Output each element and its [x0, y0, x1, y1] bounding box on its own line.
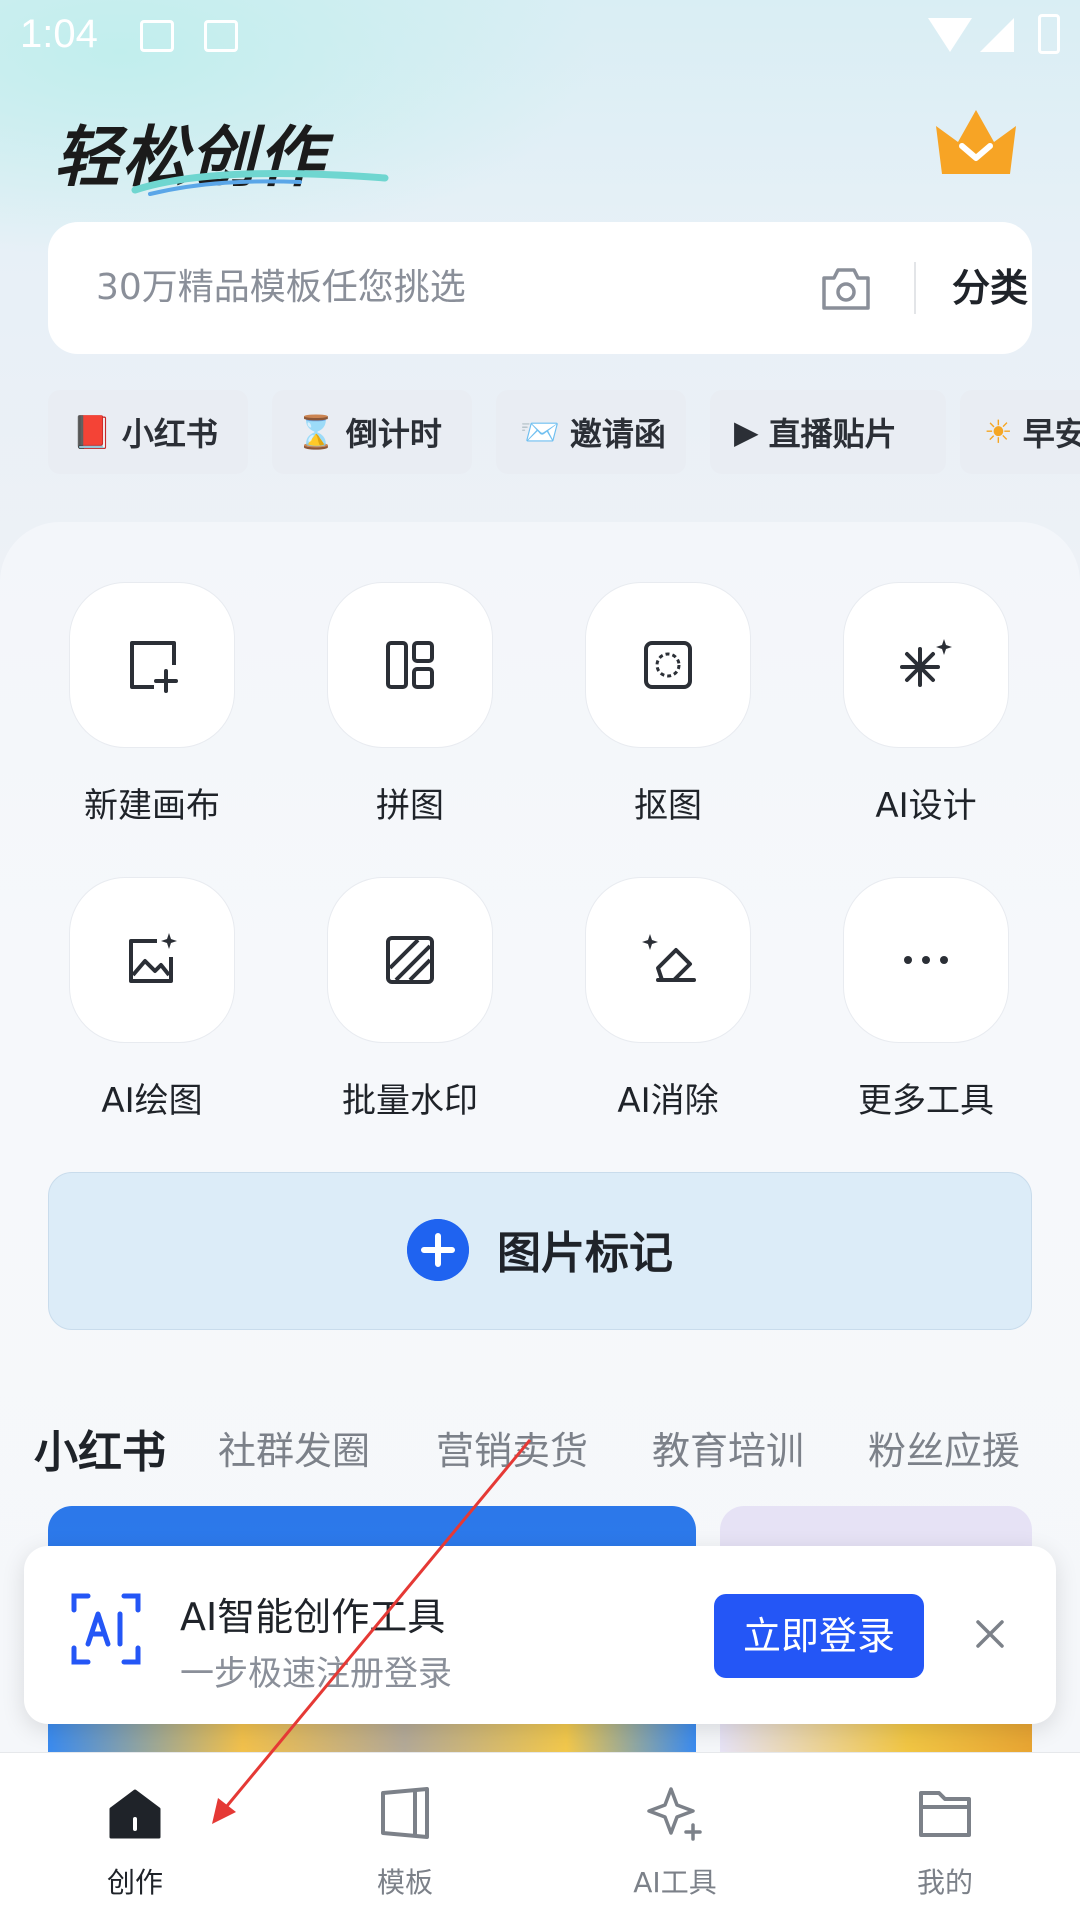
tool-button[interactable] [585, 877, 751, 1043]
ai-drawing-icon [129, 933, 177, 983]
tool-button[interactable] [327, 877, 493, 1043]
ai-sparkle-icon [647, 1787, 702, 1841]
tab-marketing[interactable]: 营销卖货 [436, 1420, 588, 1475]
app-notification-icon [204, 20, 238, 52]
status-bar: 1:04 [0, 0, 1080, 72]
category-tabs: 小红书 社群发圈 营销卖货 教育培训 粉丝应援 [0, 1420, 1080, 1480]
tool-ai-design[interactable]: AI设计 [826, 582, 1026, 827]
tool-more[interactable]: 更多工具 [826, 877, 1026, 1122]
nav-label: 我的 [916, 1866, 973, 1899]
book-icon: 📕 [72, 413, 112, 451]
chip-live-overlay[interactable]: ▶ 直播贴片 [710, 390, 946, 474]
hourglass-icon: ⌛ [296, 413, 336, 451]
collage-icon [386, 641, 434, 689]
wifi-icon [928, 18, 972, 52]
chip-countdown[interactable]: ⌛ 倒计时 [272, 390, 472, 474]
chip-good-morning[interactable]: ☀ 早安 [960, 390, 1080, 474]
ai-eraser-icon [642, 934, 696, 982]
nav-label: AI工具 [633, 1866, 717, 1899]
batch-watermark-icon [386, 936, 434, 984]
play-icon: ▶ [734, 413, 759, 451]
status-time: 1:04 [20, 12, 98, 56]
vip-crown-icon[interactable] [930, 104, 1022, 180]
tool-label: AI绘图 [101, 1081, 203, 1121]
tab-education[interactable]: 教育培训 [652, 1420, 804, 1475]
plus-icon [407, 1219, 469, 1281]
tool-label: 抠图 [634, 786, 702, 826]
chip-label: 直播贴片 [768, 415, 897, 453]
toast-title: AI智能创作工具 [180, 1595, 446, 1639]
category-button[interactable]: 分类 [952, 222, 1028, 354]
tool-ai-eraser[interactable]: AI消除 [568, 877, 768, 1122]
tool-button[interactable] [327, 582, 493, 748]
signal-icon [980, 18, 1014, 52]
gallery-notification-icon [140, 20, 174, 52]
nav-label: 创作 [106, 1866, 163, 1899]
nav-mine[interactable]: 我的 [810, 1753, 1080, 1920]
tool-button[interactable] [585, 582, 751, 748]
tool-label: 更多工具 [858, 1081, 994, 1121]
tab-xiaohongshu[interactable]: 小红书 [34, 1416, 166, 1480]
tool-new-canvas[interactable]: 新建画布 [52, 582, 252, 827]
tool-label: 批量水印 [342, 1081, 478, 1121]
chip-invitation[interactable]: 📨 邀请函 [496, 390, 686, 474]
ai-logo-icon [71, 1593, 141, 1665]
tool-ai-drawing[interactable]: AI绘图 [52, 877, 252, 1122]
template-icon [381, 1787, 429, 1839]
chip-label: 倒计时 [345, 415, 442, 453]
tab-fan-support[interactable]: 粉丝应援 [868, 1420, 1020, 1475]
camera-icon[interactable] [820, 264, 872, 312]
sun-icon: ☀ [984, 413, 1013, 451]
quick-chips: 📕 小红书 ⌛ 倒计时 📨 邀请函 ▶ 直播贴片 ☀ 早安 [48, 390, 1080, 474]
tool-label: AI消除 [617, 1081, 719, 1121]
nav-label: 模板 [376, 1866, 433, 1899]
tool-button[interactable] [69, 877, 235, 1043]
image-mark-label: 图片标记 [497, 1228, 673, 1279]
tool-button[interactable] [69, 582, 235, 748]
chip-label: 早安 [1022, 415, 1080, 453]
tool-label: AI设计 [875, 786, 977, 826]
tab-community[interactable]: 社群发圈 [218, 1420, 370, 1475]
home-icon [109, 1789, 161, 1839]
ai-design-icon [900, 639, 952, 687]
cutout-icon [644, 641, 692, 689]
chip-label: 小红书 [121, 415, 218, 453]
search-divider [914, 262, 916, 314]
more-icon [904, 956, 948, 964]
bottom-navigation: 创作 模板 AI工具 我的 [0, 1752, 1080, 1920]
chip-label: 邀请函 [569, 415, 666, 453]
tool-label: 拼图 [376, 786, 444, 826]
nav-create[interactable]: 创作 [0, 1753, 270, 1920]
nav-ai-tools[interactable]: AI工具 [540, 1753, 810, 1920]
nav-templates[interactable]: 模板 [270, 1753, 540, 1920]
tool-cutout[interactable]: 抠图 [568, 582, 768, 827]
tool-batch-watermark[interactable]: 批量水印 [310, 877, 510, 1122]
image-mark-banner[interactable]: 图片标记 [48, 1172, 1032, 1330]
folder-icon [919, 1791, 971, 1837]
login-prompt-toast: AI智能创作工具 一步极速注册登录 立即登录 [24, 1546, 1056, 1724]
login-button[interactable]: 立即登录 [714, 1594, 924, 1678]
title-underline-decoration [131, 170, 389, 196]
chip-xiaohongshu[interactable]: 📕 小红书 [48, 390, 248, 474]
tool-button[interactable] [843, 582, 1009, 748]
tool-collage[interactable]: 拼图 [310, 582, 510, 827]
envelope-icon: 📨 [520, 413, 560, 451]
battery-icon [1038, 14, 1060, 54]
search-bar[interactable]: 30万精品模板任您挑选 分类 [48, 222, 1032, 354]
close-icon[interactable] [974, 1618, 1006, 1650]
toast-subtitle: 一步极速注册登录 [180, 1654, 452, 1694]
search-input[interactable]: 30万精品模板任您挑选 [96, 222, 466, 354]
new-canvas-icon [130, 641, 178, 693]
tool-label: 新建画布 [84, 786, 220, 826]
tool-button[interactable] [843, 877, 1009, 1043]
